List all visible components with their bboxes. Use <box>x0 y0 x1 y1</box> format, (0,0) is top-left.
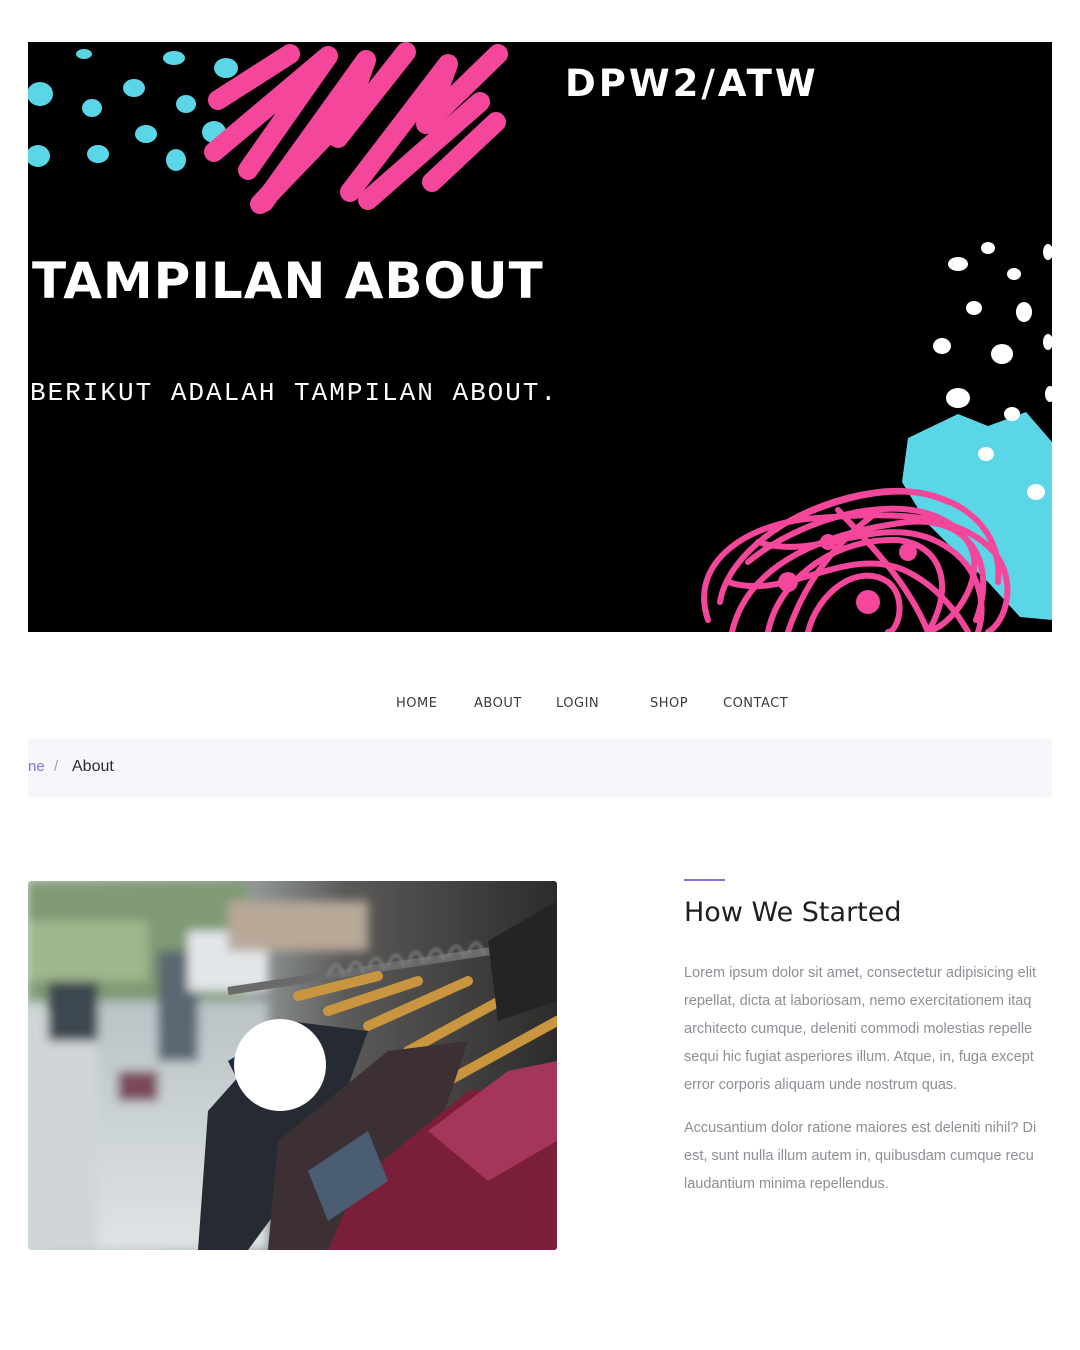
nav-contact-link[interactable]: CONTACT <box>723 696 788 711</box>
paragraph-line: est, sunt nulla illum autem in, quibusda… <box>684 1148 1034 1164</box>
paragraph-line: sequi hic fugiat asperiores illum. Atque… <box>684 1049 1034 1065</box>
hero-brand: DPW2/ATW <box>565 62 819 105</box>
nav-login-link[interactable]: LOGIN <box>556 696 599 711</box>
paragraph-line: architecto cumque, deleniti commodi mole… <box>684 1021 1033 1037</box>
breadcrumb-separator: / <box>54 758 59 775</box>
nav-about-link[interactable]: ABOUT <box>474 696 522 711</box>
nav-shop-link[interactable]: SHOP <box>650 696 688 711</box>
circle-play-icon[interactable] <box>234 1019 326 1111</box>
paragraph-line: Lorem ipsum dolor sit amet, consectetur … <box>684 965 1037 981</box>
breadcrumb-current: About <box>72 758 114 775</box>
hero-title: TAMPILAN ABOUT <box>32 252 544 310</box>
hero-banner: DPW2/ATW TAMPILAN ABOUT BERIKUT ADALAH T… <box>28 42 1052 632</box>
about-paragraph-2: Accusantium dolor ratione maiores est de… <box>684 1114 1052 1198</box>
section-title: How We Started <box>684 897 902 928</box>
paragraph-line: repellat, dicta at laboriosam, nemo exer… <box>684 993 1032 1009</box>
paragraph-line: laudantium minima repellendus. <box>684 1176 889 1192</box>
hero-decoration <box>28 42 1052 632</box>
main-nav: HOME ABOUT LOGIN SHOP CONTACT <box>0 688 1080 722</box>
breadcrumb: ne / About <box>28 739 1052 797</box>
section-accent-rule <box>684 879 725 881</box>
breadcrumb-home-link[interactable]: ne <box>28 758 45 775</box>
nav-home-link[interactable]: HOME <box>396 696 437 711</box>
paragraph-line: Accusantium dolor ratione maiores est de… <box>684 1120 1037 1136</box>
clothing-rack-photo <box>28 881 557 1250</box>
paragraph-line: error corporis aliquam unde nostrum quas… <box>684 1077 958 1093</box>
page: DPW2/ATW TAMPILAN ABOUT BERIKUT ADALAH T… <box>0 0 1080 1350</box>
about-paragraph-1: Lorem ipsum dolor sit amet, consectetur … <box>684 959 1052 1099</box>
hero-subtitle: BERIKUT ADALAH TAMPILAN ABOUT. <box>30 378 559 408</box>
